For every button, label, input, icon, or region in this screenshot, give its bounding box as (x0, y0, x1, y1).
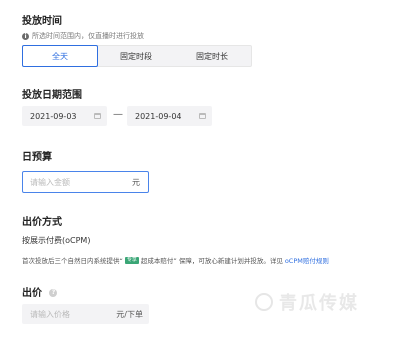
bidding-title: 出价方式 (22, 217, 62, 228)
calendar-icon (199, 113, 206, 119)
bid-placeholder: 请输入价格 (30, 309, 70, 319)
calendar-icon (94, 113, 101, 119)
schedule-title: 投放时间 (22, 16, 62, 27)
exclusive-badge: 专享 (124, 256, 139, 264)
info-icon: i (22, 32, 29, 40)
start-date-picker[interactable]: 2021-09-03 (22, 106, 107, 126)
schedule-option-fixed-period[interactable]: 固定时段 (98, 46, 174, 66)
budget-title: 日预算 (22, 152, 52, 163)
budget-input[interactable]: 请输入金额 元 (22, 171, 149, 193)
date-range-title: 投放日期范围 (22, 90, 82, 101)
notice-text-after: 超成本赔付” 保障，可放心新建计划并投放。详见 (140, 257, 283, 265)
schedule-option-all-day[interactable]: 全天 (22, 45, 98, 67)
budget-unit: 元 (132, 177, 140, 187)
schedule-hint-text: 所选时间范围内，仅直播时进行投放 (32, 32, 144, 40)
bid-unit: 元/下单 (116, 309, 143, 319)
help-icon[interactable]: ? (49, 289, 58, 297)
watermark-text: 青瓜传媒 (279, 293, 359, 314)
watermark-logo-icon (255, 293, 273, 311)
budget-placeholder: 请输入金额 (30, 177, 70, 187)
end-date-picker[interactable]: 2021-09-04 (127, 106, 212, 126)
ocpm-compensation-rules-link[interactable]: oCPM赔付规则 (285, 255, 329, 265)
start-date-value: 2021-09-03 (30, 111, 77, 121)
watermark: 青瓜传媒 (255, 289, 359, 315)
schedule-option-fixed-duration[interactable]: 固定时长 (174, 46, 250, 66)
schedule-hint: i 所选时间范围内，仅直播时进行投放 (22, 31, 144, 41)
bid-title-row: 出价 ? (22, 284, 58, 299)
bidding-method: 按展示付费(oCPM) (22, 236, 91, 245)
compensation-notice: 首次投放后三个自然日内系统提供“ 专享 超成本赔付” 保障，可放心新建计划并投放… (22, 255, 329, 265)
bid-title: 出价 (22, 288, 42, 299)
date-separator: — (113, 109, 123, 120)
bid-input[interactable]: 请输入价格 元/下单 (22, 304, 149, 324)
schedule-segmented-control: 全天 固定时段 固定时长 (22, 45, 252, 67)
end-date-value: 2021-09-04 (135, 111, 182, 121)
notice-text-before: 首次投放后三个自然日内系统提供“ (22, 257, 123, 265)
